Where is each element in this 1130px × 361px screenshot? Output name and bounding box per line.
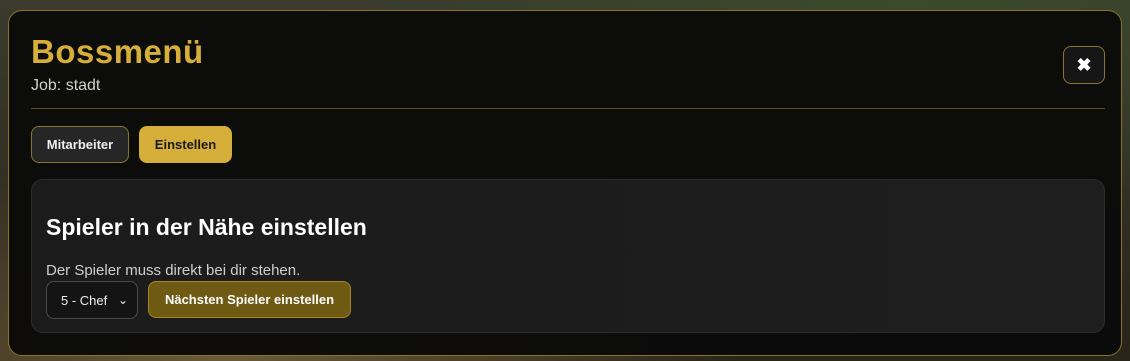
hire-section-description: Der Spieler muss direkt bei dir stehen. <box>46 262 301 279</box>
job-label: Job: stadt <box>31 77 101 94</box>
hire-section-title: Spieler in der Nähe einstellen <box>46 214 367 240</box>
tab-employees[interactable]: Mitarbeiter <box>31 126 129 163</box>
close-button[interactable]: ✖ <box>1063 46 1105 84</box>
tab-hire-label: Einstellen <box>154 137 217 152</box>
tab-employees-label: Mitarbeiter <box>46 137 114 152</box>
header-divider <box>31 108 1105 109</box>
tab-hire[interactable]: Einstellen <box>139 126 232 163</box>
page-title: Bossmenü <box>31 33 204 70</box>
boss-menu-panel: Bossmenü Job: stadt ✖ Mitarbeiter Einste… <box>8 10 1122 356</box>
close-icon: ✖ <box>1076 54 1092 75</box>
hire-card: Spieler in der Nähe einstellen Der Spiel… <box>31 179 1105 333</box>
hire-nearest-player-button[interactable]: Nächsten Spieler einstellen <box>148 281 351 318</box>
chevron-down-icon: ⌄ <box>117 293 128 307</box>
hire-button-label: Nächsten Spieler einstellen <box>164 292 335 307</box>
grade-select-value: 5 - Chef <box>61 292 108 308</box>
grade-select[interactable]: 5 - Chef ⌄ <box>46 281 138 319</box>
